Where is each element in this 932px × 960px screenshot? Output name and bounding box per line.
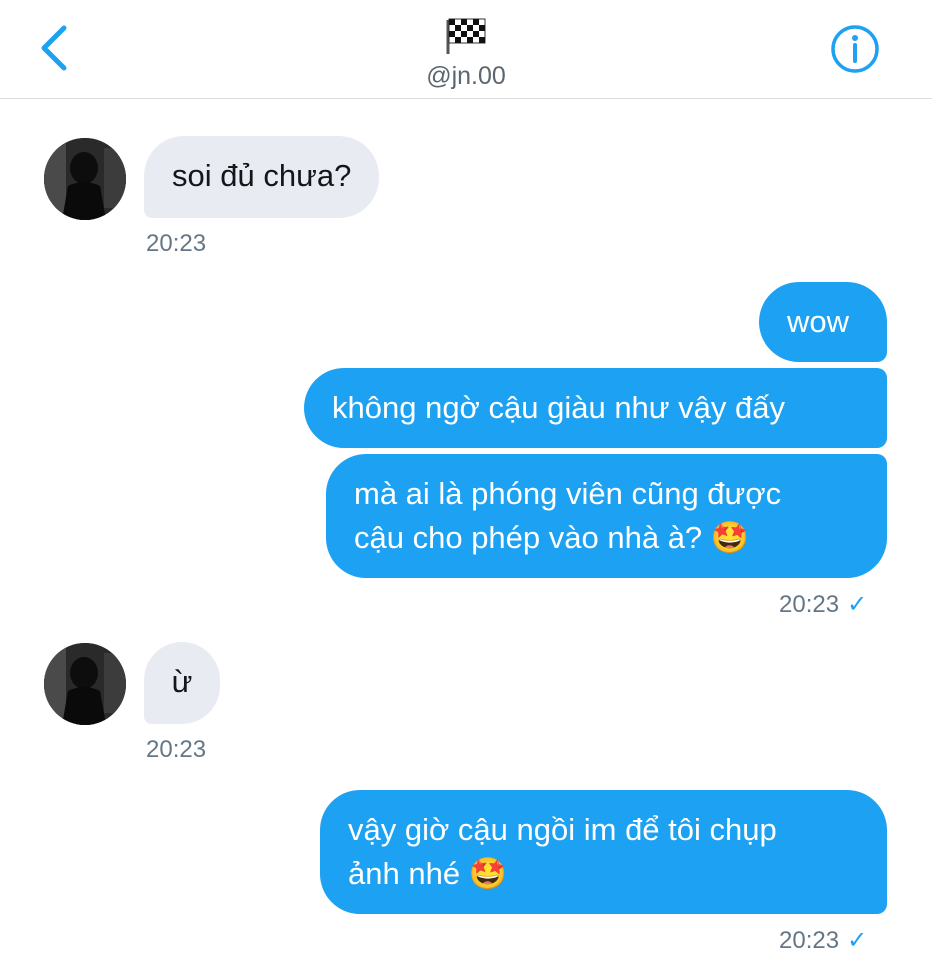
avatar-photo: [44, 138, 126, 220]
message-timestamp: 20:23 ✓: [779, 590, 867, 619]
timestamp-text: 20:23: [779, 927, 840, 954]
message-bubble-outgoing[interactable]: mà ai là phóng viên cũng được cậu cho ph…: [326, 454, 887, 578]
chevron-left-icon: [41, 25, 67, 71]
message-bubble-incoming[interactable]: soi đủ chưa?: [144, 136, 380, 218]
read-check-icon: ✓: [847, 927, 868, 954]
message-text-line-2: ảnh nhé: [348, 856, 461, 891]
message-timestamp: 20:23: [146, 736, 207, 763]
message-text-line-1: vậy giờ cậu ngồi im để tôi chụp: [348, 812, 777, 847]
message-bubble-outgoing[interactable]: không ngờ cậu giàu như vậy đấy: [304, 368, 887, 448]
avatar-photo: [44, 643, 126, 725]
checkered-flag-icon: [446, 18, 486, 54]
message-bubble-incoming[interactable]: ừ: [144, 642, 220, 724]
message-text-line-2: cậu cho phép vào nhà à?: [354, 520, 703, 555]
message-timestamp: 20:23 ✓: [779, 926, 867, 955]
message-text-line-1: mà ai là phóng viên cũng được: [354, 476, 782, 511]
dm-conversation-screen: @jn.00 soi đủ chưa? 20:23 wow không ngờ …: [0, 0, 932, 960]
star-struck-emoji-icon: 🤩: [710, 520, 750, 556]
star-struck-emoji-icon: 🤩: [468, 856, 508, 892]
back-button[interactable]: [34, 22, 78, 74]
message-bubble-outgoing[interactable]: vậy giờ cậu ngồi im để tôi chụp ảnh nhé …: [320, 790, 887, 914]
avatar[interactable]: [44, 643, 126, 725]
timestamp-text: 20:23: [779, 591, 840, 618]
conversation-header: @jn.00: [0, 0, 932, 99]
message-text: không ngờ cậu giàu như vậy đấy: [332, 390, 785, 425]
user-handle: @jn.00: [426, 62, 506, 90]
message-bubble-outgoing[interactable]: wow: [759, 282, 887, 362]
info-icon: [831, 25, 879, 73]
read-check-icon: ✓: [847, 591, 868, 618]
message-text: wow: [787, 304, 850, 339]
message-text: ừ: [171, 664, 193, 699]
avatar[interactable]: [44, 138, 126, 220]
message-timestamp: 20:23: [146, 230, 207, 257]
conversation-title[interactable]: @jn.00: [366, 12, 566, 92]
info-button[interactable]: [828, 22, 882, 76]
message-text: soi đủ chưa?: [172, 158, 352, 193]
